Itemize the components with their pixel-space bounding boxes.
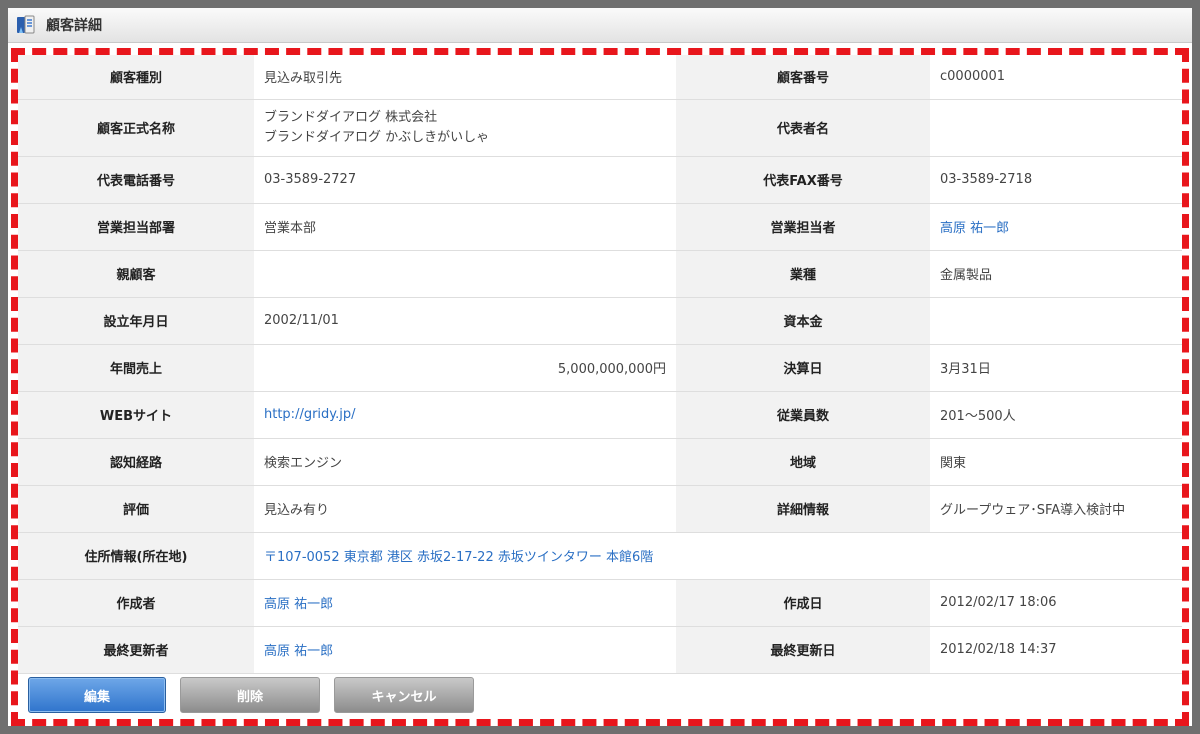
value-region: 関東 (930, 438, 1182, 486)
window-title: 顧客詳細 (46, 18, 102, 34)
label-region: 地域 (676, 438, 930, 486)
table-row: 親顧客 業種 金属製品 (18, 250, 1182, 298)
table-row: 認知経路 検索エンジン 地域 関東 (18, 438, 1182, 486)
edit-button[interactable]: 編集 (28, 677, 166, 713)
label-awareness: 認知経路 (18, 438, 254, 486)
label-employees: 従業員数 (676, 391, 930, 439)
value-customer-type: 見込み取引先 (254, 55, 676, 100)
label-created-at: 作成日 (676, 579, 930, 627)
official-name-kana: ブランドダイアログ かぶしきがいしゃ (264, 129, 490, 145)
label-address: 住所情報(所在地) (18, 532, 254, 580)
value-representative (930, 99, 1182, 157)
label-rating: 評価 (18, 485, 254, 533)
value-customer-number: c0000001 (930, 55, 1182, 100)
label-updated-at: 最終更新日 (676, 626, 930, 674)
customer-detail-window: 顧客詳細 顧客種別 見込み取引先 顧客番号 c0000001 顧客正式名称 ブラ… (0, 0, 1200, 734)
table-row: 営業担当部署 営業本部 営業担当者 高原 祐一郎 (18, 203, 1182, 251)
label-annual-sales: 年間売上 (18, 344, 254, 392)
label-industry: 業種 (676, 250, 930, 298)
value-created-at: 2012/02/17 18:06 (930, 579, 1182, 627)
customer-detail-table: 顧客種別 見込み取引先 顧客番号 c0000001 顧客正式名称 ブランドダイア… (18, 55, 1182, 674)
label-sales-department: 営業担当部署 (18, 203, 254, 251)
created-by-link[interactable]: 高原 祐一郎 (254, 579, 676, 627)
table-row: 代表電話番号 03-3589-2727 代表FAX番号 03-3589-2718 (18, 156, 1182, 204)
label-parent-customer: 親顧客 (18, 250, 254, 298)
label-sales-person: 営業担当者 (676, 203, 930, 251)
table-row: 顧客種別 見込み取引先 顧客番号 c0000001 (18, 55, 1182, 100)
action-buttons: 編集 削除 キャンセル (28, 677, 474, 713)
value-annual-sales: 5,000,000,000円 (254, 344, 676, 392)
website-link[interactable]: http://gridy.jp/ (254, 391, 676, 439)
label-capital: 資本金 (676, 297, 930, 345)
value-awareness: 検索エンジン (254, 438, 676, 486)
table-row: 年間売上 5,000,000,000円 決算日 3月31日 (18, 344, 1182, 392)
label-fiscal-end: 決算日 (676, 344, 930, 392)
table-row: 評価 見込み有り 詳細情報 グループウェア･SFA導入検討中 (18, 485, 1182, 533)
label-updated-by: 最終更新者 (18, 626, 254, 674)
label-created-by: 作成者 (18, 579, 254, 627)
updated-by-link[interactable]: 高原 祐一郎 (254, 626, 676, 674)
value-sales-department: 営業本部 (254, 203, 676, 251)
delete-button[interactable]: 削除 (180, 677, 320, 713)
value-capital (930, 297, 1182, 345)
customer-book-icon (17, 15, 35, 34)
label-official-name: 顧客正式名称 (18, 99, 254, 157)
value-phone: 03-3589-2727 (254, 156, 676, 204)
sales-person-link[interactable]: 高原 祐一郎 (930, 203, 1182, 251)
value-updated-at: 2012/02/18 14:37 (930, 626, 1182, 674)
table-row: 顧客正式名称 ブランドダイアログ 株式会社 ブランドダイアログ かぶしきがいしゃ… (18, 99, 1182, 157)
value-employees: 201～500人 (930, 391, 1182, 439)
value-fax: 03-3589-2718 (930, 156, 1182, 204)
label-phone: 代表電話番号 (18, 156, 254, 204)
table-row: 作成者 高原 祐一郎 作成日 2012/02/17 18:06 (18, 579, 1182, 627)
value-parent-customer (254, 250, 676, 298)
label-fax: 代表FAX番号 (676, 156, 930, 204)
official-name-text: ブランドダイアログ 株式会社 (264, 109, 438, 125)
value-industry: 金属製品 (930, 250, 1182, 298)
value-official-name: ブランドダイアログ 株式会社 ブランドダイアログ かぶしきがいしゃ (254, 99, 676, 157)
value-founded: 2002/11/01 (254, 297, 676, 345)
label-customer-type: 顧客種別 (18, 55, 254, 100)
table-row: 設立年月日 2002/11/01 資本金 (18, 297, 1182, 345)
table-row: 最終更新者 高原 祐一郎 最終更新日 2012/02/18 14:37 (18, 626, 1182, 674)
value-details: グループウェア･SFA導入検討中 (930, 485, 1182, 533)
label-details: 詳細情報 (676, 485, 930, 533)
value-fiscal-end: 3月31日 (930, 344, 1182, 392)
value-rating: 見込み有り (254, 485, 676, 533)
label-customer-number: 顧客番号 (676, 55, 930, 100)
address-link[interactable]: 〒107-0052 東京都 港区 赤坂2-17-22 赤坂ツインタワー 本館6階 (254, 532, 1182, 580)
label-website: WEBサイト (18, 391, 254, 439)
label-representative: 代表者名 (676, 99, 930, 157)
cancel-button[interactable]: キャンセル (334, 677, 474, 713)
table-row: WEBサイト http://gridy.jp/ 従業員数 201～500人 (18, 391, 1182, 439)
table-row: 住所情報(所在地) 〒107-0052 東京都 港区 赤坂2-17-22 赤坂ツ… (18, 532, 1182, 580)
title-bar: 顧客詳細 (8, 8, 1192, 43)
label-founded: 設立年月日 (18, 297, 254, 345)
detail-panel: 顧客種別 見込み取引先 顧客番号 c0000001 顧客正式名称 ブランドダイア… (11, 48, 1189, 726)
